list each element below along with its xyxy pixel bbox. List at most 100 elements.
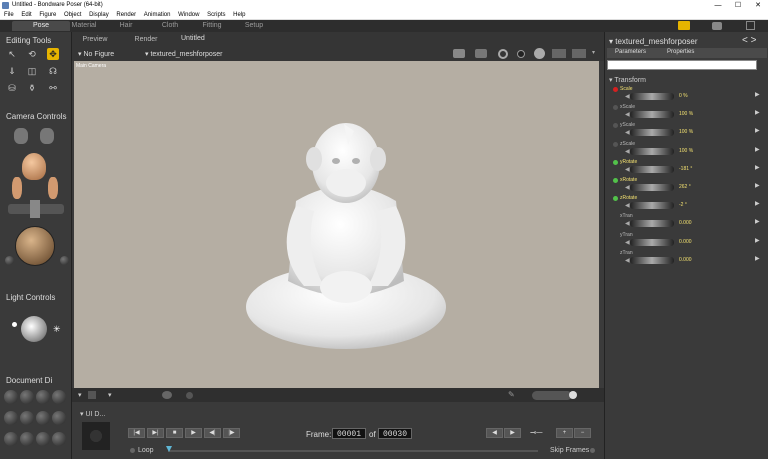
param-dial[interactable] [630, 202, 674, 210]
param-status-dot[interactable] [613, 196, 618, 202]
monkey-figure[interactable] [74, 61, 599, 388]
param-dial[interactable] [630, 184, 674, 191]
menu-file[interactable]: File [4, 12, 14, 18]
camera-icon[interactable] [453, 49, 465, 58]
param-status-dot[interactable] [613, 159, 618, 165]
param-menu-arrow-icon[interactable]: ▶ [755, 218, 760, 225]
quality-knob[interactable] [569, 391, 577, 399]
shadow-dropdown[interactable]: ▾ [108, 391, 112, 399]
hand-right-icon[interactable] [48, 177, 58, 199]
tab-hair[interactable]: Hair [112, 21, 140, 31]
display-style-wireframe[interactable] [36, 390, 50, 404]
dial-left-arrow-icon[interactable]: ◀ [625, 148, 630, 155]
param-row-zrotate[interactable]: zRotate ◀ -2 ° ▶ [605, 195, 768, 213]
param-menu-arrow-icon[interactable]: ▶ [755, 164, 760, 171]
prev-key-button[interactable]: ▶| [147, 428, 164, 438]
display-style-hidden-line[interactable] [52, 390, 66, 404]
tab-cloth[interactable]: Cloth [156, 21, 184, 31]
camera-right-knob[interactable] [60, 256, 69, 265]
param-value[interactable]: -181 ° [679, 166, 692, 172]
3d-viewport[interactable]: Main Camera [74, 61, 599, 388]
param-menu-arrow-icon[interactable]: ▶ [755, 109, 760, 116]
skip-frames-radio[interactable] [590, 448, 595, 453]
light-dot-icon[interactable] [12, 322, 17, 327]
param-value[interactable]: -2 ° [679, 202, 687, 208]
dial-left-arrow-icon[interactable]: ◀ [625, 166, 630, 173]
tab-pose[interactable]: Pose [12, 21, 70, 31]
right-hand-camera-icon[interactable] [40, 128, 54, 144]
ui-dots-grid[interactable] [82, 422, 110, 450]
minimize-button[interactable]: — [708, 0, 728, 11]
param-menu-arrow-icon[interactable]: ▶ [755, 255, 760, 262]
dial-left-arrow-icon[interactable]: ◀ [625, 257, 630, 264]
left-hand-camera-icon[interactable] [14, 128, 28, 144]
loop-radio[interactable] [130, 448, 135, 453]
param-value[interactable]: 0.000 [679, 239, 692, 245]
color-swatch[interactable] [88, 391, 96, 399]
menu-figure[interactable]: Figure [39, 12, 56, 18]
chain-break-icon[interactable]: ⛁ [6, 82, 18, 94]
param-row-yscale[interactable]: yScale ◀ 100 % ▶ [605, 122, 768, 140]
dot-icon[interactable] [186, 392, 193, 399]
dial-left-arrow-icon[interactable]: ◀ [625, 184, 630, 191]
target-icon[interactable] [517, 50, 525, 58]
grid-view-icon[interactable] [746, 21, 755, 30]
param-dial[interactable] [630, 238, 674, 246]
tab-parameters[interactable]: Parameters [615, 49, 646, 55]
display-style-silhouette[interactable] [4, 390, 18, 404]
param-value[interactable]: 100 % [679, 148, 693, 154]
param-menu-arrow-icon[interactable]: ▶ [755, 200, 760, 207]
camera-alt-icon[interactable] [475, 49, 487, 58]
param-row-scale[interactable]: Scale ◀ 0 % ▶ [605, 86, 768, 104]
param-dial[interactable] [630, 147, 674, 155]
param-status-dot[interactable] [613, 178, 618, 183]
param-value[interactable]: 262 ° [679, 184, 691, 190]
param-status-dot[interactable] [613, 141, 618, 147]
current-frame-field[interactable]: 00001 [332, 428, 366, 439]
parameter-search-input[interactable] [607, 60, 757, 70]
object-title[interactable]: ▾ textured_meshforposer [609, 37, 698, 46]
display-style-smooth[interactable] [52, 411, 66, 425]
dial-left-arrow-icon[interactable]: ◀ [625, 111, 630, 118]
step-back-button[interactable]: ◀| [204, 428, 221, 438]
display-style-cartoon[interactable] [36, 411, 50, 425]
transform-group[interactable]: ▾ Transform [609, 76, 646, 84]
menu-scripts[interactable]: Scripts [207, 12, 225, 18]
chat-icon[interactable] [712, 22, 722, 30]
menu-render[interactable]: Render [116, 12, 136, 18]
view-camera-2-icon[interactable] [572, 49, 586, 58]
view-camera-icon[interactable] [552, 49, 566, 58]
globe-icon[interactable] [534, 48, 545, 59]
param-status-dot[interactable] [613, 87, 618, 92]
menu-object[interactable]: Object [64, 12, 81, 18]
tab-material[interactable]: Material [70, 21, 98, 31]
timeline-scrubber[interactable] [168, 450, 538, 452]
add-key-button[interactable]: + [556, 428, 573, 438]
dial-left-arrow-icon[interactable]: ◀ [625, 93, 630, 100]
face-camera-icon[interactable] [22, 153, 46, 180]
param-row-yrotate[interactable]: yRotate ◀ -181 ° ▶ [605, 159, 768, 177]
param-value[interactable]: 100 % [679, 111, 693, 117]
display-style-outline[interactable] [20, 390, 34, 404]
param-value[interactable]: 100 % [679, 129, 693, 135]
camera-trackball[interactable] [15, 226, 55, 266]
taper-icon[interactable]: ☊ [47, 65, 59, 77]
sun-icon[interactable]: ✳ [53, 324, 61, 335]
param-row-xtran[interactable]: xTran ◀ 0.000 ▶ [605, 213, 768, 231]
key-icon[interactable]: ⊸─ [530, 428, 552, 438]
display-style-texture[interactable] [4, 432, 18, 446]
param-dial[interactable] [630, 165, 674, 173]
prop-dropdown[interactable]: ▾ textured_meshforposer [145, 50, 222, 58]
maximize-button[interactable]: ☐ [728, 0, 748, 11]
menu-animation[interactable]: Animation [144, 12, 171, 18]
param-dial[interactable] [630, 129, 674, 137]
twist-icon[interactable]: ⇓ [6, 65, 18, 77]
close-button[interactable]: ✕ [748, 0, 768, 11]
tab-setup[interactable]: Setup [240, 21, 268, 31]
menu-display[interactable]: Display [89, 12, 109, 18]
param-value[interactable]: 0.000 [679, 257, 692, 263]
param-dial[interactable] [630, 111, 674, 119]
param-dial[interactable] [630, 93, 674, 100]
param-row-zscale[interactable]: zScale ◀ 100 % ▶ [605, 141, 768, 159]
rotate-icon[interactable]: ⟲ [26, 48, 38, 60]
